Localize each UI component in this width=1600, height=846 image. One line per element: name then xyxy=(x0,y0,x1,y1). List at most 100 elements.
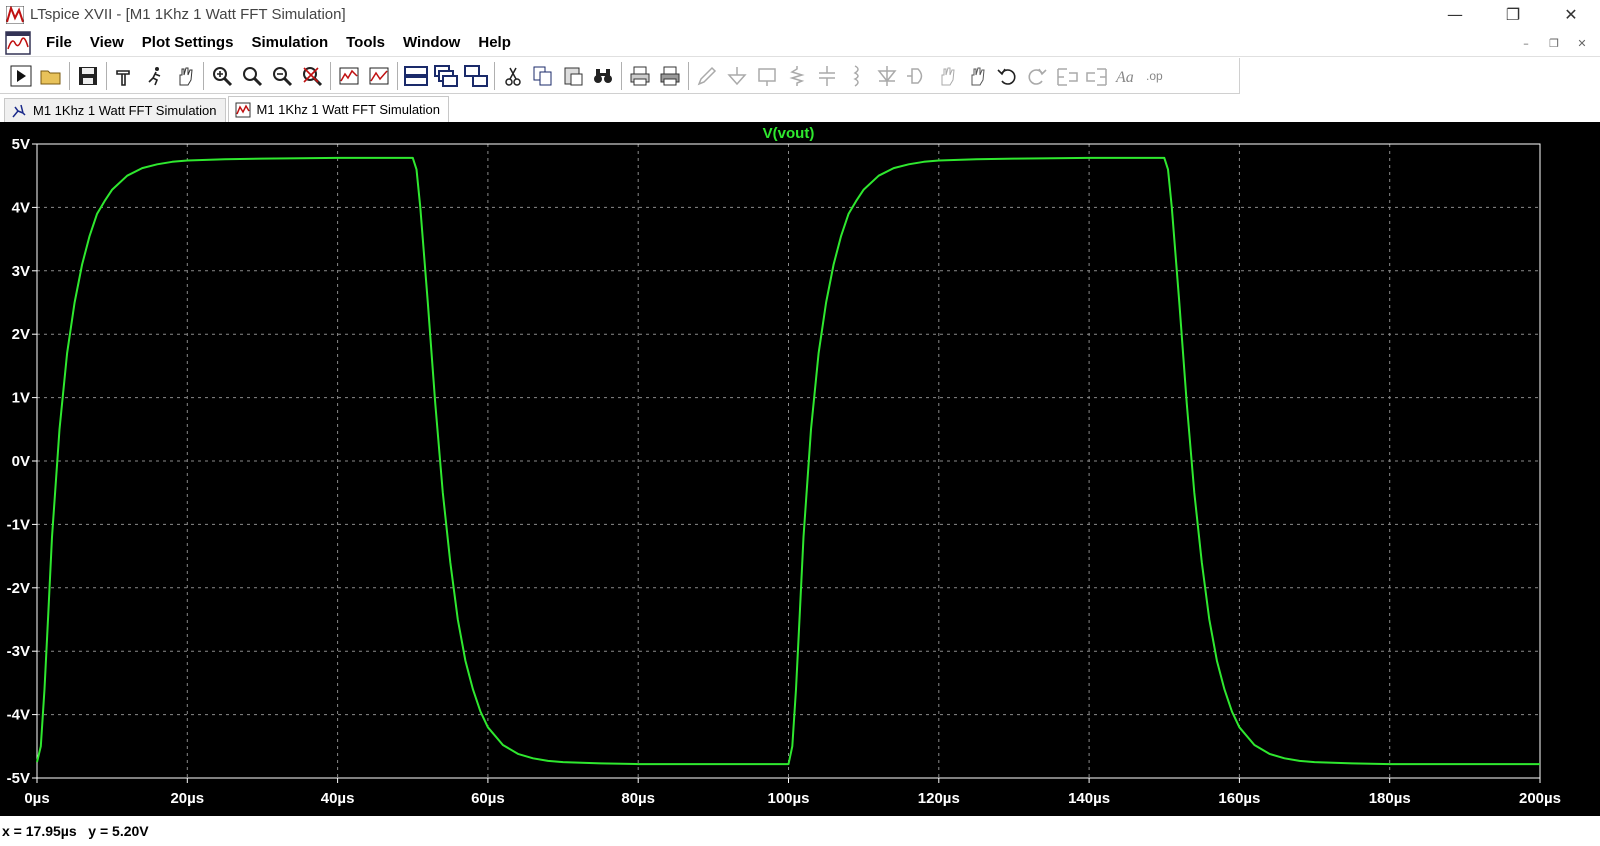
waveform-icon xyxy=(235,102,251,117)
menu-tools[interactable]: Tools xyxy=(337,34,394,51)
inductor-button xyxy=(842,61,872,91)
svg-text:Aa: Aa xyxy=(1115,69,1134,86)
copy-button[interactable] xyxy=(528,61,558,91)
y-tick-label: 2V xyxy=(12,326,30,343)
pan-button[interactable] xyxy=(170,61,200,91)
ltspice-logo-icon xyxy=(6,5,24,24)
resistor-button xyxy=(782,61,812,91)
waveform-window-icon[interactable] xyxy=(5,30,31,55)
ground-icon xyxy=(727,66,747,85)
component-icon xyxy=(907,67,923,84)
hammer-icon xyxy=(116,69,130,86)
window-title: LTspice XVII - [M1 1Khz 1 Watt FFT Simul… xyxy=(30,6,346,23)
find-button[interactable] xyxy=(588,61,618,91)
tile-vertical-button[interactable] xyxy=(461,61,491,91)
paste-button[interactable] xyxy=(558,61,588,91)
menu-file[interactable]: File xyxy=(37,34,81,51)
tile-horizontal-button[interactable] xyxy=(401,61,431,91)
print-preview-icon xyxy=(660,66,680,85)
y-tick-label: -5V xyxy=(7,770,30,787)
tab-schematic[interactable]: M1 1Khz 1 Watt FFT Simulation xyxy=(4,98,226,122)
x-tick-label: 40µs xyxy=(321,790,355,807)
mdi-close-button[interactable]: ✕ xyxy=(1568,29,1596,57)
mark-button[interactable] xyxy=(364,61,394,91)
x-tick-label: 0µs xyxy=(24,790,49,807)
mdi-minimize-button[interactable]: – xyxy=(1512,29,1540,57)
open-button[interactable] xyxy=(36,61,66,91)
plot-canvas[interactable]: 0µs 20µs 40µs 60µs 80µs 100µs 120µs 140µs 160µs 1… xyxy=(0,122,1600,816)
x-tick-label: 100µs xyxy=(767,790,809,807)
run-button[interactable] xyxy=(6,61,36,91)
zoom-out-button[interactable] xyxy=(267,61,297,91)
op-directive-icon: .op xyxy=(1146,69,1163,83)
menu-simulation[interactable]: Simulation xyxy=(242,34,337,51)
status-bar: x = 17.95µs y = 5.20V xyxy=(0,816,1600,846)
toolbar: Aa .op xyxy=(0,58,1240,94)
toolbar-separator xyxy=(69,61,70,90)
folder-icon xyxy=(40,70,61,84)
waveform-plot[interactable]: 0µs 20µs 40µs 60µs 80µs 100µs 120µs 140µs 160µs 1… xyxy=(0,122,1600,816)
component-button xyxy=(902,61,932,91)
undo-button[interactable] xyxy=(992,61,1022,91)
zoom-in-icon xyxy=(213,66,233,86)
x-tick-label: 160µs xyxy=(1218,790,1260,807)
cascade-icon xyxy=(434,64,458,87)
print-preview-button[interactable] xyxy=(655,61,685,91)
restore-button[interactable]: ❐ xyxy=(1484,0,1542,29)
printer-icon xyxy=(630,66,650,85)
toolbar-separator xyxy=(106,61,107,90)
zoom-area-button[interactable] xyxy=(207,61,237,91)
minimize-button[interactable]: — xyxy=(1426,0,1484,29)
print-button[interactable] xyxy=(625,61,655,91)
toolbar-separator xyxy=(203,61,204,90)
toolbar-separator xyxy=(494,61,495,90)
tile-horizontal-icon xyxy=(404,65,428,86)
zoom-button[interactable] xyxy=(237,61,267,91)
y-tick-label: -3V xyxy=(7,643,30,660)
plot-marker-icon xyxy=(369,67,389,84)
menu-plot-settings[interactable]: Plot Settings xyxy=(133,34,243,51)
x-tick-label: 120µs xyxy=(918,790,960,807)
tab-label: M1 1Khz 1 Watt FFT Simulation xyxy=(256,102,441,117)
capacitor-icon xyxy=(819,65,835,86)
mdi-restore-button[interactable]: ❐ xyxy=(1540,29,1568,57)
text-button: Aa xyxy=(1112,61,1142,91)
autorange-button[interactable] xyxy=(334,61,364,91)
cut-button[interactable] xyxy=(498,61,528,91)
cursor-readout: x = 17.95µs y = 5.20V xyxy=(2,823,149,839)
trace-title: V(vout) xyxy=(763,125,815,142)
tab-label: M1 1Khz 1 Watt FFT Simulation xyxy=(33,103,217,118)
toolbar-separator xyxy=(397,61,398,90)
menu-help[interactable]: Help xyxy=(469,34,520,51)
menu-view[interactable]: View xyxy=(81,34,133,51)
diode-icon xyxy=(877,65,897,86)
mirror-icon xyxy=(1086,67,1107,86)
cascade-button[interactable] xyxy=(431,61,461,91)
drag-hand-icon xyxy=(971,67,985,85)
x-tick-label: 20µs xyxy=(170,790,204,807)
resistor-icon xyxy=(789,65,805,86)
pencil-icon xyxy=(697,66,717,85)
label-net-button xyxy=(752,61,782,91)
x-tick-label: 80µs xyxy=(621,790,655,807)
redo-icon xyxy=(1028,68,1047,85)
zoom-fit-button[interactable] xyxy=(297,61,327,91)
label-icon xyxy=(758,67,776,86)
run-icon xyxy=(10,65,32,86)
scissors-icon xyxy=(505,67,521,86)
ground-button xyxy=(722,61,752,91)
menu-window[interactable]: Window xyxy=(394,34,469,51)
inductor-icon xyxy=(853,64,859,87)
close-button[interactable]: ✕ xyxy=(1542,0,1600,29)
halt-button[interactable] xyxy=(140,61,170,91)
running-man-icon xyxy=(148,66,161,85)
control-panel-button[interactable] xyxy=(110,61,140,91)
save-button[interactable] xyxy=(73,61,103,91)
y-tick-label: 3V xyxy=(12,263,30,280)
svg-text:.op: .op xyxy=(1146,69,1163,83)
tab-waveform[interactable]: M1 1Khz 1 Watt FFT Simulation xyxy=(227,96,450,122)
labels: 0µs 20µs 40µs 60µs 80µs 100µs 120µs 140µs 160µs 1… xyxy=(7,125,1561,807)
y-tick-label: 4V xyxy=(12,199,30,216)
title-bar: LTspice XVII - [M1 1Khz 1 Watt FFT Simul… xyxy=(0,0,1600,29)
binoculars-icon xyxy=(594,68,612,83)
